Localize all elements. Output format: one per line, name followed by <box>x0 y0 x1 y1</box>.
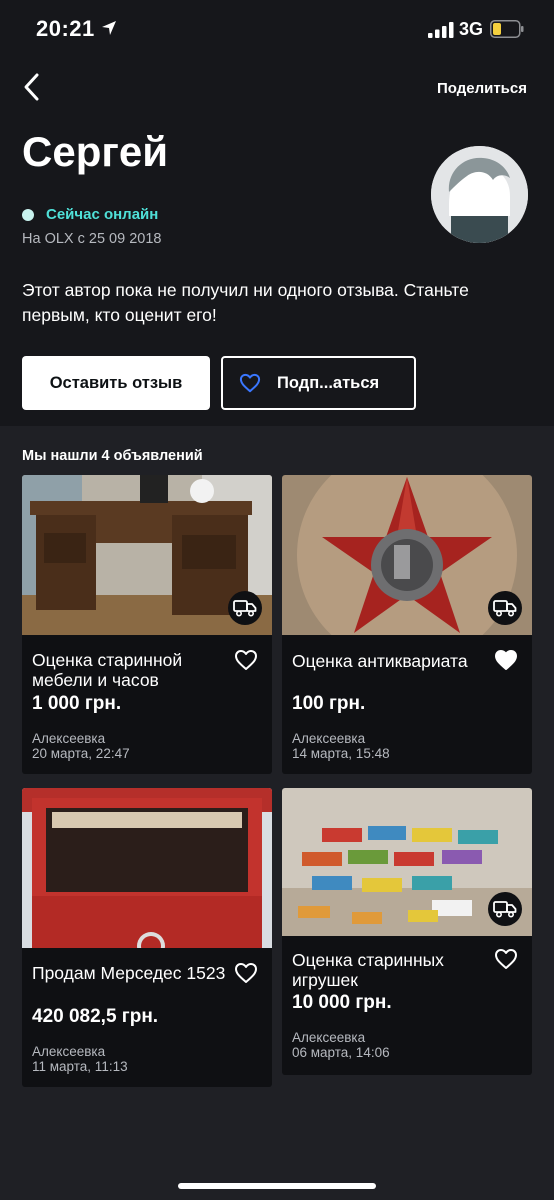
listing-date: 20 марта, 22:47 <box>32 746 130 761</box>
delivery-badge <box>488 892 522 926</box>
listing-date: 11 марта, 11:13 <box>32 1059 128 1074</box>
heart-outline-icon[interactable] <box>494 948 518 970</box>
status-time: 20:21 <box>36 16 95 41</box>
listing-title: Оценка старинных игрушек <box>292 950 444 990</box>
avatar-placeholder-icon <box>431 146 528 243</box>
listing-card[interactable]: Оценка старинной мебели и часов 1 000 гр… <box>22 475 272 774</box>
no-reviews-message: Этот автор пока не получил ни одного отз… <box>22 280 469 325</box>
subscribe-label: Подп...аться <box>277 373 380 392</box>
listing-price: 420 082,5 грн. <box>32 1006 159 1027</box>
heart-filled-icon[interactable] <box>494 649 518 671</box>
online-status: Сейчас онлайн <box>46 206 159 223</box>
delivery-truck-icon <box>493 901 517 918</box>
listing-title: Продам Мерседес 1523 <box>32 963 226 983</box>
listing-photo <box>22 475 272 635</box>
delivery-truck-icon <box>493 600 517 617</box>
avatar[interactable] <box>431 146 528 243</box>
listing-date: 06 марта, 14:06 <box>292 1045 390 1060</box>
heart-outline-icon[interactable] <box>234 649 258 671</box>
listing-photo <box>22 788 272 948</box>
battery-icon <box>490 20 524 38</box>
heart-outline-icon[interactable] <box>234 962 258 984</box>
listing-title: Оценка антиквариата <box>292 651 468 671</box>
status-bar: 20:21 3G <box>0 0 554 58</box>
listing-date: 14 марта, 15:48 <box>292 746 390 761</box>
delivery-badge <box>488 591 522 625</box>
listing-title: Оценка старинной мебели и часов <box>32 650 183 690</box>
location-arrow-icon <box>102 21 116 35</box>
delivery-truck-icon <box>233 600 257 617</box>
network-type: 3G <box>459 19 484 39</box>
leave-review-button[interactable]: Оставить отзыв <box>22 356 210 410</box>
online-indicator-icon <box>22 209 34 221</box>
listing-price: 10 000 грн. <box>292 992 392 1013</box>
listing-card[interactable]: Продам Мерседес 1523 420 082,5 грн. Алек… <box>22 788 272 1087</box>
delivery-badge <box>228 591 262 625</box>
member-since: На OLX с 25 09 2018 <box>22 231 162 247</box>
home-indicator[interactable] <box>178 1183 376 1189</box>
profile-name: Сергей <box>22 128 169 175</box>
listing-photo <box>282 788 532 936</box>
heart-outline-icon <box>239 373 261 393</box>
seller-profile-screen: 20:21 3G Поделиться Сергей Сейчас онлайн… <box>0 0 554 1200</box>
listing-price: 1 000 грн. <box>32 693 122 714</box>
listing-card[interactable]: Оценка антиквариата 100 грн. Алексеевка … <box>282 475 532 774</box>
leave-review-label: Оставить отзыв <box>49 373 183 392</box>
listing-photo <box>282 475 532 635</box>
cellular-signal-icon <box>428 22 454 38</box>
listing-card[interactable]: Оценка старинных игрушек 10 000 грн. Але… <box>282 788 532 1075</box>
subscribe-button[interactable]: Подп...аться <box>221 356 416 410</box>
listings-count: Мы нашли 4 объявлений <box>22 448 203 464</box>
listing-price: 100 грн. <box>292 693 366 714</box>
share-button[interactable]: Поделиться <box>437 80 527 97</box>
back-chevron-icon[interactable] <box>18 70 48 104</box>
